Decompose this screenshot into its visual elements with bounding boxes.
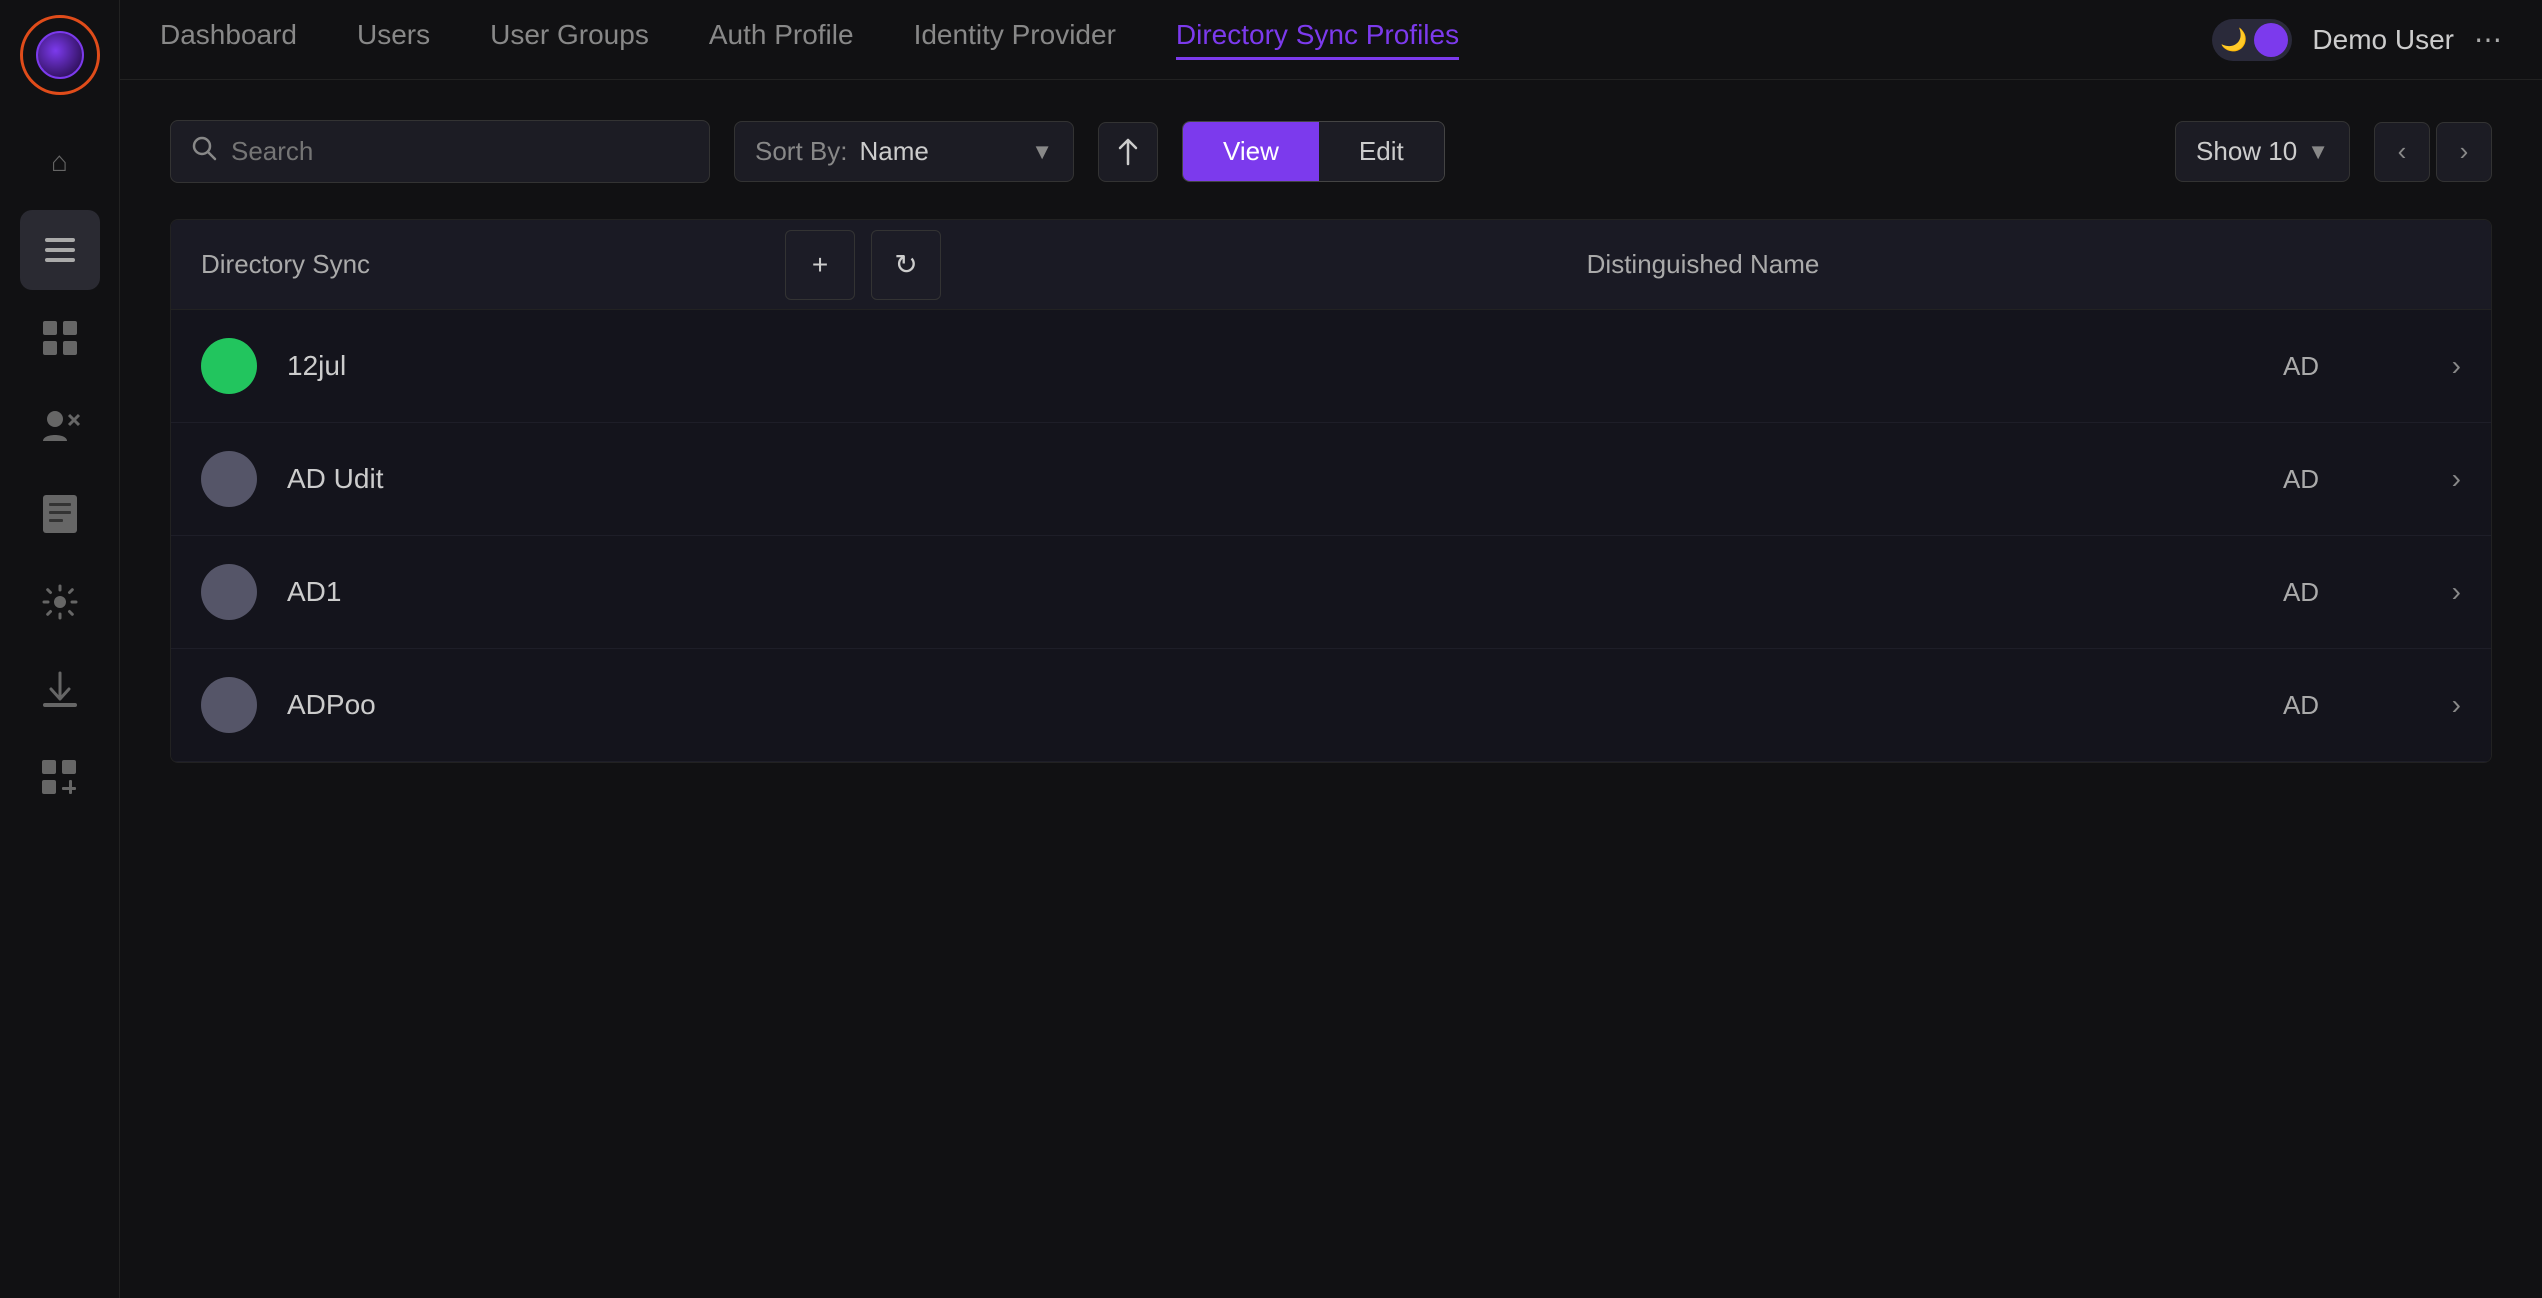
- row-expand-icon[interactable]: ›: [2401, 689, 2461, 721]
- pagination-buttons: ‹ ›: [2374, 122, 2492, 182]
- user-name-label: Demo User: [2312, 24, 2454, 56]
- table-row[interactable]: 12jul AD ›: [171, 310, 2491, 423]
- view-edit-toggle: View Edit: [1182, 121, 1445, 182]
- refresh-button[interactable]: ↻: [871, 230, 941, 300]
- row-expand-icon[interactable]: ›: [2401, 463, 2461, 495]
- row-dn-label: AD: [2201, 351, 2401, 382]
- row-dn-label: AD: [2201, 690, 2401, 721]
- row-name-label: 12jul: [287, 350, 767, 382]
- table-row[interactable]: AD Udit AD ›: [171, 423, 2491, 536]
- sort-direction-button[interactable]: [1098, 122, 1158, 182]
- show-count-wrap[interactable]: Show 10 ▼: [2175, 121, 2350, 182]
- search-wrap[interactable]: [170, 120, 710, 183]
- list-icon[interactable]: [20, 210, 100, 290]
- row-name-label: AD1: [287, 576, 767, 608]
- nav-tabs: Dashboard Users User Groups Auth Profile…: [160, 19, 1459, 60]
- sidebar: ⌂: [0, 0, 120, 1298]
- row-name-label: ADPoo: [287, 689, 767, 721]
- home-icon[interactable]: ⌂: [20, 122, 100, 202]
- sort-by-wrap[interactable]: Sort By: Name ▼: [734, 121, 1074, 182]
- top-bar: Dashboard Users User Groups Auth Profile…: [120, 0, 2542, 80]
- status-indicator-gray: [201, 564, 257, 620]
- add-widget-icon[interactable]: [20, 738, 100, 818]
- download-icon[interactable]: [20, 650, 100, 730]
- tab-user-groups[interactable]: User Groups: [490, 19, 649, 60]
- logo[interactable]: [15, 10, 105, 100]
- report-icon[interactable]: [20, 474, 100, 554]
- main-content: Dashboard Users User Groups Auth Profile…: [120, 0, 2542, 1298]
- toolbar: Sort By: Name ▼ View Edit Show 10 ▼ ‹ ›: [170, 120, 2492, 183]
- show-count-label: Show 10: [2196, 136, 2297, 167]
- user-area: 🌙 Demo User ⋯: [2212, 19, 2502, 61]
- page-content: Sort By: Name ▼ View Edit Show 10 ▼ ‹ ›: [120, 80, 2542, 1298]
- prev-page-button[interactable]: ‹: [2374, 122, 2430, 182]
- grid-icon[interactable]: [20, 298, 100, 378]
- user-menu-icon[interactable]: ⋯: [2474, 23, 2502, 56]
- status-indicator-gray: [201, 451, 257, 507]
- row-dn-label: AD: [2201, 577, 2401, 608]
- status-indicator-gray: [201, 677, 257, 733]
- status-indicator-green: [201, 338, 257, 394]
- row-dn-label: AD: [2201, 464, 2401, 495]
- tab-auth-profile[interactable]: Auth Profile: [709, 19, 854, 60]
- show-chevron-icon: ▼: [2307, 139, 2329, 165]
- tab-users[interactable]: Users: [357, 19, 430, 60]
- settings-icon[interactable]: [20, 562, 100, 642]
- table-header: Directory Sync + ↻ Distinguished Name: [171, 220, 2491, 310]
- directory-sync-table: Directory Sync + ↻ Distinguished Name 12…: [170, 219, 2492, 763]
- search-input[interactable]: [231, 136, 689, 167]
- tab-identity-provider[interactable]: Identity Provider: [914, 19, 1116, 60]
- sort-by-value: Name: [859, 136, 1019, 167]
- table-row[interactable]: ADPoo AD ›: [171, 649, 2491, 762]
- next-page-button[interactable]: ›: [2436, 122, 2492, 182]
- sort-chevron-icon: ▼: [1031, 139, 1053, 165]
- search-icon: [191, 135, 217, 168]
- table-row[interactable]: AD1 AD ›: [171, 536, 2491, 649]
- view-button[interactable]: View: [1183, 122, 1319, 181]
- row-expand-icon[interactable]: ›: [2401, 350, 2461, 382]
- tab-directory-sync-profiles[interactable]: Directory Sync Profiles: [1176, 19, 1459, 60]
- edit-button[interactable]: Edit: [1319, 122, 1444, 181]
- toggle-knob: [2254, 23, 2288, 57]
- sort-by-label: Sort By:: [755, 136, 847, 167]
- add-entry-button[interactable]: +: [785, 230, 855, 300]
- users-admin-icon[interactable]: [20, 386, 100, 466]
- row-expand-icon[interactable]: ›: [2401, 576, 2461, 608]
- table-actions: + ↻: [781, 230, 945, 300]
- moon-icon: 🌙: [2220, 27, 2247, 53]
- tab-dashboard[interactable]: Dashboard: [160, 19, 297, 60]
- col-header-distinguished-name: Distinguished Name: [945, 249, 2461, 280]
- col-header-dir-sync: Directory Sync: [201, 249, 781, 280]
- row-name-label: AD Udit: [287, 463, 767, 495]
- dark-mode-toggle[interactable]: 🌙: [2212, 19, 2292, 61]
